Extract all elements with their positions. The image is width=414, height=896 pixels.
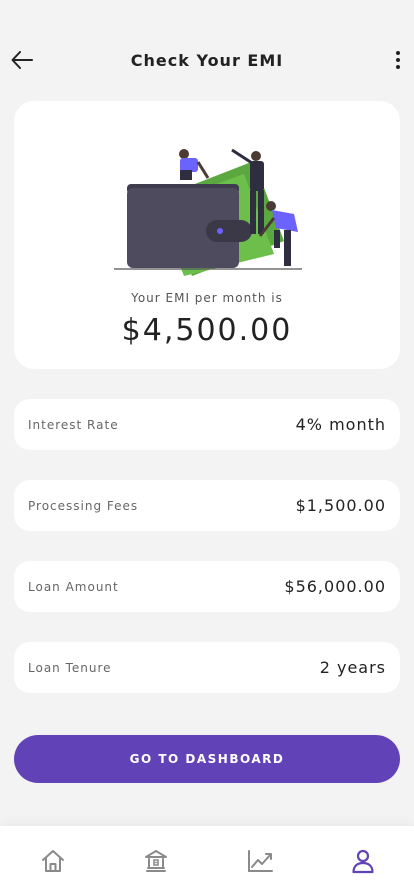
back-button[interactable] [8, 46, 36, 74]
nav-bank[interactable] [139, 844, 173, 878]
chart-line-icon [248, 850, 273, 872]
page-title: Check Your EMI [130, 50, 284, 70]
user-icon [352, 849, 374, 874]
processing-fees-label: Processing Fees [28, 498, 139, 513]
processing-fees-row: Processing Fees $1,500.00 [14, 480, 400, 531]
loan-tenure-value: 2 years [319, 658, 386, 677]
nav-home[interactable] [36, 844, 70, 878]
more-options-button[interactable] [386, 46, 410, 74]
nav-analytics[interactable] [243, 844, 277, 878]
bottom-navigation [0, 826, 414, 896]
app-header: Check Your EMI [0, 36, 414, 84]
go-to-dashboard-button[interactable]: GO TO DASHBOARD [14, 735, 400, 783]
emi-amount: $4,500.00 [121, 313, 293, 348]
emi-summary-card: Your EMI per month is $4,500.00 [14, 101, 400, 369]
wallet-money-illustration [114, 148, 302, 276]
interest-rate-label: Interest Rate [28, 417, 119, 432]
home-icon [42, 850, 64, 872]
bank-icon [145, 850, 167, 872]
nav-profile[interactable] [346, 844, 380, 878]
loan-tenure-label: Loan Tenure [28, 660, 112, 675]
more-vertical-icon [396, 51, 400, 69]
loan-amount-row: Loan Amount $56,000.00 [14, 561, 400, 612]
loan-amount-label: Loan Amount [28, 579, 119, 594]
interest-rate-value: 4% month [295, 415, 386, 434]
loan-amount-value: $56,000.00 [284, 577, 386, 596]
emi-label: Your EMI per month is [131, 291, 283, 305]
processing-fees-value: $1,500.00 [295, 496, 386, 515]
loan-tenure-row: Loan Tenure 2 years [14, 642, 400, 693]
interest-rate-row: Interest Rate 4% month [14, 399, 400, 450]
arrow-left-icon [11, 51, 33, 69]
